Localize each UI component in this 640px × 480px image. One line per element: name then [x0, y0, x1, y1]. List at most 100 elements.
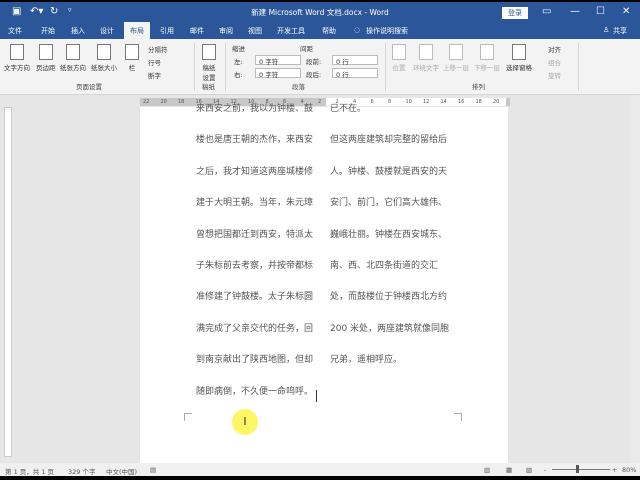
vertical-scrollbar[interactable]	[630, 95, 640, 463]
ruler-tick-label: 16	[458, 99, 465, 105]
minimize-icon[interactable]: —	[570, 6, 580, 17]
label: 文字方向	[4, 64, 30, 72]
wrap-icon	[419, 44, 433, 60]
spacing-before-input[interactable]: 0 行	[332, 55, 378, 66]
ruler-tick-label: 2	[318, 99, 322, 105]
selection-pane-button[interactable]: 选择窗格	[506, 44, 532, 72]
tab-developer[interactable]: 开发工具	[277, 26, 305, 36]
label: 纸张方向	[60, 64, 86, 72]
size-button[interactable]: 纸张大小	[91, 44, 117, 72]
tab-design[interactable]: 设计	[100, 26, 114, 36]
wrap-text-button[interactable]: 环绕文字	[413, 44, 439, 72]
size-icon	[97, 44, 111, 60]
tab-home[interactable]: 开始	[41, 26, 55, 36]
document-area: 22 20 18 16 14 12 10 8 6 4 2 2 4 6 8 10 12 14 16 18 20 来西安之前…	[0, 95, 640, 463]
tab-file[interactable]: 文件	[8, 26, 22, 36]
mouse-pointer-icon: I	[232, 409, 258, 435]
send-backward-button[interactable]: 下移一层	[474, 44, 500, 72]
language[interactable]: 中文(中国)	[106, 466, 137, 476]
maximize-icon[interactable]: ☐	[596, 6, 605, 17]
macro-icon[interactable]: ▤	[150, 466, 156, 474]
text-line: 巍峨壮丽。钟楼在西安城东、	[330, 229, 448, 240]
tab-references[interactable]: 引用	[160, 26, 174, 36]
zoom-slider[interactable]	[552, 469, 610, 470]
word-count[interactable]: 329 个字	[68, 466, 95, 476]
text-line: 曾想把国都迁到西安，特派太	[196, 229, 314, 240]
web-layout-icon[interactable]: ▧	[526, 466, 532, 474]
status-bar: 第 1 页，共 1 页 329 个字 中文(中国) ▤ ▥ ▦ ▧ - + 80…	[0, 463, 640, 476]
login-button[interactable]: 登录	[502, 7, 528, 19]
rotate-button[interactable]: 旋转	[548, 70, 561, 80]
manuscript-settings-button[interactable]: 稿纸设置	[200, 44, 218, 82]
document-page[interactable]: 来西安之前，我以为钟楼、鼓 楼也是唐王朝的杰作，来西安 之后，我才知道这两座城楼修建…	[140, 104, 508, 463]
tab-view[interactable]: 视图	[248, 26, 262, 36]
text-direction-button[interactable]: 文字方向	[4, 44, 30, 72]
close-icon[interactable]: ✕	[622, 6, 630, 17]
divider	[385, 43, 386, 91]
text-line: 楼也是唐王朝的杰作，来西安	[196, 135, 314, 146]
tab-review[interactable]: 审阅	[219, 26, 233, 36]
label: 稿纸设置	[202, 64, 216, 82]
divider	[225, 43, 226, 91]
ribbon-display-icon[interactable]: ▭	[542, 6, 551, 17]
person-icon: ♙	[603, 26, 610, 34]
selection-pane-icon	[512, 44, 526, 60]
label: 页边距	[36, 64, 56, 72]
print-layout-icon[interactable]: ▦	[506, 466, 512, 474]
label: 位置	[392, 64, 406, 72]
breaks-button[interactable]: 分隔符	[148, 44, 168, 54]
indent-left-label: 左:	[234, 58, 243, 66]
tab-insert[interactable]: 插入	[71, 26, 85, 36]
divider	[578, 43, 579, 91]
zoom-level[interactable]: 80%	[622, 466, 636, 474]
position-icon	[392, 44, 406, 60]
label: 栏	[128, 64, 136, 72]
spacing-after-label: 段后:	[306, 71, 322, 79]
group-label: 稿纸	[202, 83, 215, 91]
ruler-tick-label: 6	[370, 99, 374, 105]
text-line: 建于大明王朝。当年，朱元璋	[196, 198, 314, 209]
ruler-tick-label: 18	[475, 99, 482, 105]
vertical-ruler[interactable]	[4, 107, 12, 457]
read-mode-icon[interactable]: ▥	[484, 466, 490, 474]
divider	[194, 43, 195, 91]
position-button[interactable]: 位置	[392, 44, 406, 72]
ruler-tick-label: 20	[160, 99, 167, 105]
text-line: 南、西、北四条街道的交汇	[330, 261, 439, 271]
tab-layout[interactable]: 布局	[124, 22, 150, 39]
indent-right-input[interactable]: 0 字符	[255, 68, 301, 79]
indent-left-input[interactable]: 0 字符	[255, 55, 301, 66]
tab-mailings[interactable]: 邮件	[190, 26, 204, 36]
margins-button[interactable]: 页边距	[36, 44, 56, 72]
ruler-tick-label: 12	[423, 99, 430, 105]
group-label: 排列	[472, 83, 485, 91]
columns-button[interactable]: 栏	[125, 44, 139, 72]
text-line: 200 米处，两座建筑就像同胞	[330, 323, 450, 334]
share-button[interactable]: 共享	[613, 26, 627, 36]
bring-forward-button[interactable]: 上移一层	[443, 44, 469, 72]
text-line: 子朱标前去考察，并按帝都标	[196, 261, 314, 271]
send-backward-icon	[480, 44, 494, 60]
tell-me-search[interactable]: 操作说明搜索	[366, 26, 408, 36]
ruler-tick-label: 20	[493, 99, 500, 105]
label: 上移一层	[443, 64, 469, 72]
lightbulb-icon: ◌	[354, 26, 361, 34]
zoom-in-button[interactable]: +	[612, 466, 617, 474]
line-numbers-button[interactable]: 行号	[148, 57, 161, 67]
text-cursor	[316, 390, 317, 402]
hyphenation-button[interactable]: 断字	[148, 70, 161, 80]
zoom-out-button[interactable]: -	[544, 466, 546, 474]
ruler-tick-label: 14	[440, 99, 447, 105]
tab-help[interactable]: 帮助	[322, 26, 336, 36]
group-button[interactable]: 组合	[548, 57, 561, 67]
zoom-slider-thumb[interactable]	[576, 465, 579, 473]
orientation-icon	[66, 44, 80, 60]
group-label: 页面设置	[76, 83, 102, 91]
ruler-tick-label: 8	[388, 99, 392, 105]
ruler-tick-label: 22	[143, 99, 150, 105]
spacing-after-input[interactable]: 0 行	[332, 68, 378, 79]
orientation-button[interactable]: 纸张方向	[60, 44, 86, 72]
align-button[interactable]: 对齐	[548, 44, 561, 54]
label: 下移一层	[474, 64, 500, 72]
page-count[interactable]: 第 1 页，共 1 页	[5, 466, 54, 476]
